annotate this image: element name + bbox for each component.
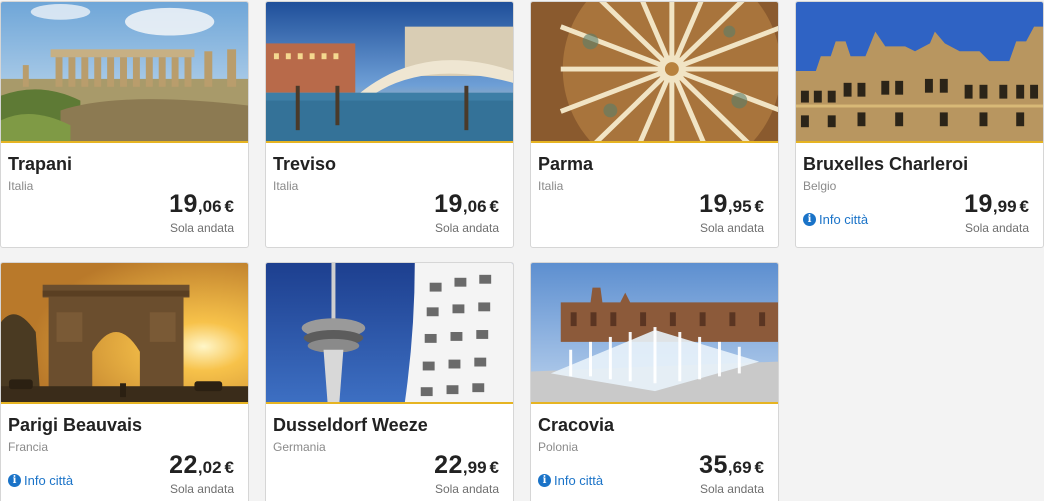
fare-type: Sola andata xyxy=(699,221,764,235)
price-decimal: ,99 xyxy=(992,197,1017,216)
fare-type: Sola andata xyxy=(699,482,764,496)
destination-card-trapani[interactable]: Trapani Italia 19,06 € Sola andata xyxy=(0,1,249,248)
city-name: Treviso xyxy=(273,154,337,174)
info-circle-icon: i xyxy=(803,213,816,226)
price-integer: 22 xyxy=(169,451,198,479)
fare-type: Sola andata xyxy=(434,221,499,235)
destination-card-cracovia[interactable]: Cracovia Polonia i Info città 35,69 € Sola… xyxy=(530,262,779,501)
price-decimal: ,02 xyxy=(197,458,222,477)
city-name: Bruxelles Charleroi xyxy=(803,154,969,174)
info-citta-link[interactable]: i Info città xyxy=(8,473,73,488)
trapani-photo xyxy=(1,2,248,143)
destination-card-bruxelles-charleroi[interactable]: Bruxelles Charleroi Belgio i Info città 1… xyxy=(795,1,1044,248)
price-decimal: ,69 xyxy=(727,458,752,477)
destinations-grid: Trapani Italia 19,06 € Sola andata Trevis… xyxy=(0,0,1044,501)
price-integer: 19 xyxy=(434,190,463,218)
price-integer: 19 xyxy=(964,190,993,218)
destination-card-parigi-beauvais[interactable]: Parigi Beauvais Francia i Info città 22,0… xyxy=(0,262,249,501)
price: 22,99 € xyxy=(434,451,499,480)
price-integer: 19 xyxy=(169,190,198,218)
price-decimal: ,99 xyxy=(462,458,487,477)
city-name: Parigi Beauvais xyxy=(8,415,143,435)
info-citta-label: Info città xyxy=(554,473,604,488)
destination-card-parma[interactable]: Parma Italia 19,95 € Sola andata xyxy=(530,1,779,248)
info-citta-label: Info città xyxy=(819,212,869,227)
treviso-photo xyxy=(266,2,513,143)
price: 19,06 € xyxy=(169,190,234,219)
fare-type: Sola andata xyxy=(169,221,234,235)
fare-type: Sola andata xyxy=(169,482,234,496)
dusseldorf-photo xyxy=(266,263,513,404)
price-currency: € xyxy=(754,197,764,216)
cracovia-photo xyxy=(531,263,778,404)
price-currency: € xyxy=(754,458,764,477)
price-currency: € xyxy=(489,197,499,216)
price-integer: 22 xyxy=(434,451,463,479)
info-circle-icon: i xyxy=(538,474,551,487)
price-currency: € xyxy=(224,458,234,477)
info-citta-link[interactable]: i Info città xyxy=(803,212,868,227)
destination-card-treviso[interactable]: Treviso Italia 19,06 € Sola andata xyxy=(265,1,514,248)
fare-type: Sola andata xyxy=(434,482,499,496)
parma-photo xyxy=(531,2,778,143)
price-decimal: ,95 xyxy=(727,197,752,216)
info-citta-label: Info città xyxy=(24,473,74,488)
destination-card-dusseldorf-weeze[interactable]: Dusseldorf Weeze Germania 22,99 € Sola an… xyxy=(265,262,514,501)
fare-type: Sola andata xyxy=(964,221,1029,235)
price-decimal: ,06 xyxy=(197,197,222,216)
city-name: Cracovia xyxy=(538,415,615,435)
info-circle-icon: i xyxy=(8,474,21,487)
price-currency: € xyxy=(489,458,499,477)
price-currency: € xyxy=(224,197,234,216)
price: 22,02 € xyxy=(169,451,234,480)
price-currency: € xyxy=(1019,197,1029,216)
price-integer: 19 xyxy=(699,190,728,218)
price: 35,69 € xyxy=(699,451,764,480)
city-name: Trapani xyxy=(8,154,73,174)
price: 19,99 € xyxy=(964,190,1029,219)
city-name: Dusseldorf Weeze xyxy=(273,415,428,435)
price-decimal: ,06 xyxy=(462,197,487,216)
info-citta-link[interactable]: i Info città xyxy=(538,473,603,488)
price: 19,06 € xyxy=(434,190,499,219)
parigi-photo xyxy=(1,263,248,404)
city-name: Parma xyxy=(538,154,594,174)
bruxelles-photo xyxy=(796,2,1043,143)
price: 19,95 € xyxy=(699,190,764,219)
price-integer: 35 xyxy=(699,451,728,479)
